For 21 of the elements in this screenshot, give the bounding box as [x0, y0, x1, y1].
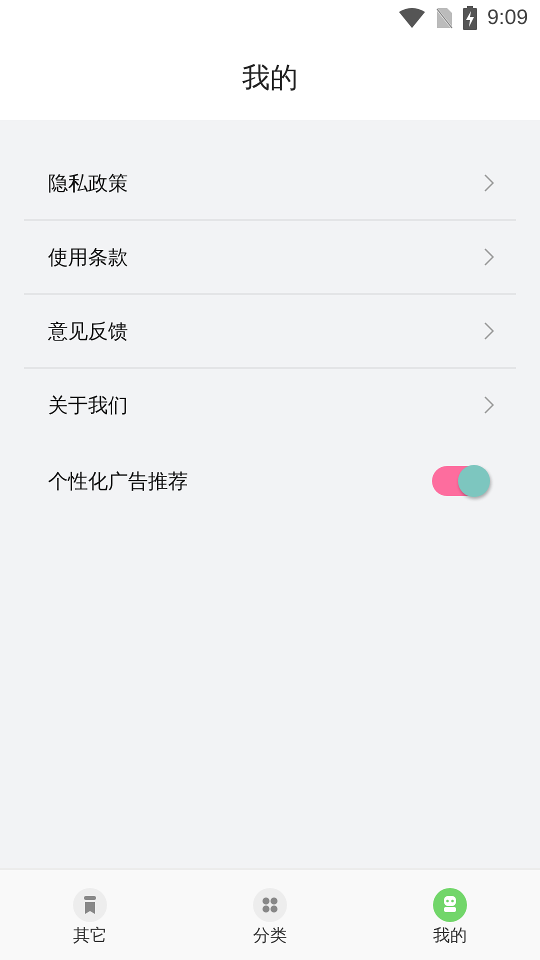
menu-item[interactable]: 意见反馈 — [24, 295, 516, 369]
chevron-right-icon — [484, 174, 494, 192]
nav-tab[interactable]: 我的 — [360, 870, 540, 960]
menu-item[interactable]: 使用条款 — [24, 221, 516, 295]
nav-tab[interactable]: 分类 — [180, 870, 360, 960]
menu-item[interactable]: 隐私政策 — [24, 147, 516, 221]
chevron-right-icon — [484, 396, 494, 414]
grid-icon — [253, 888, 287, 922]
menu-item[interactable]: 关于我们 — [24, 369, 516, 441]
setting-label: 个性化广告推荐 — [48, 468, 188, 494]
toggle-switch[interactable] — [432, 466, 488, 496]
status-time: 9:09 — [487, 6, 528, 30]
bookmark-icon — [73, 888, 107, 922]
chevron-right-icon — [484, 322, 494, 340]
no-sim-icon — [435, 7, 454, 29]
page-title: 我的 — [242, 60, 298, 96]
chevron-right-icon — [484, 248, 494, 266]
nav-tab[interactable]: 其它 — [0, 870, 180, 960]
robot-icon — [433, 888, 467, 922]
wifi-icon — [399, 8, 426, 28]
battery-charging-icon — [463, 6, 478, 30]
